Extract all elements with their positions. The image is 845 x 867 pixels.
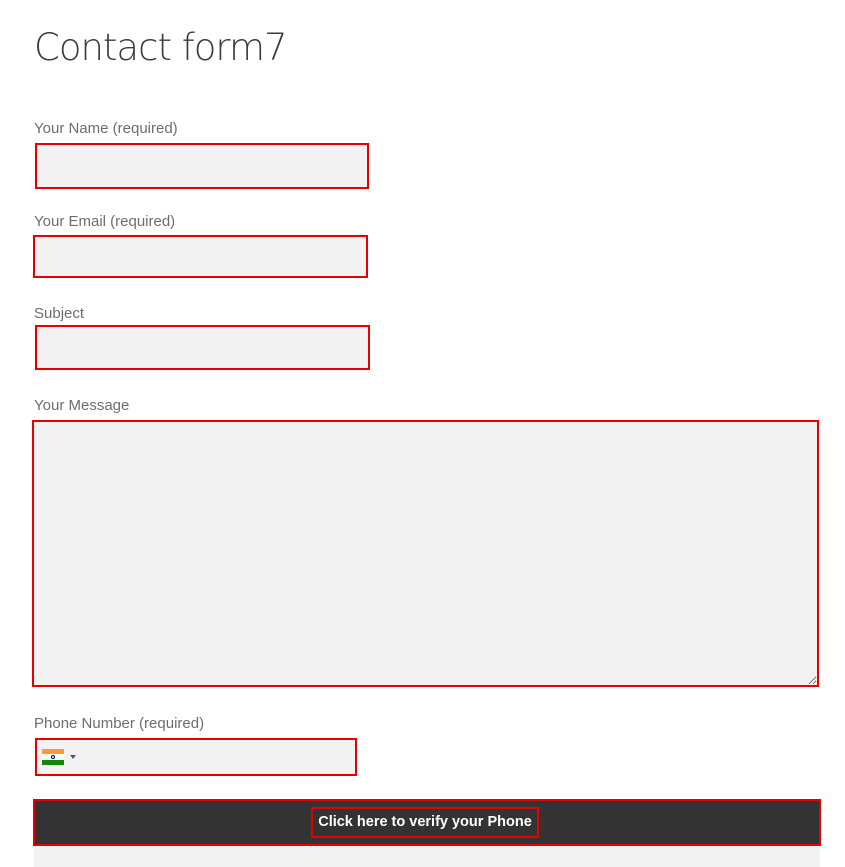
- phone-label: Phone Number (required): [34, 715, 205, 732]
- verify-phone-button-label: Click here to verify your Phone: [311, 807, 539, 838]
- country-selector[interactable]: [42, 749, 76, 765]
- message-label: Your Message: [34, 397, 130, 414]
- name-field[interactable]: [35, 143, 369, 189]
- subject-label: Subject: [34, 305, 85, 322]
- name-label: Your Name (required): [34, 120, 178, 137]
- email-label: Your Email (required): [34, 213, 176, 230]
- form-footer-panel: [34, 846, 820, 867]
- verify-phone-button[interactable]: Click here to verify your Phone: [33, 799, 821, 846]
- india-flag-icon: [42, 749, 64, 765]
- phone-field[interactable]: [81, 740, 353, 774]
- message-field[interactable]: [32, 420, 819, 687]
- subject-field[interactable]: [35, 325, 370, 370]
- page-title: Contact form7: [34, 26, 288, 69]
- phone-field-wrapper: [35, 738, 357, 776]
- caret-down-icon: [70, 755, 76, 759]
- email-field[interactable]: [33, 235, 368, 278]
